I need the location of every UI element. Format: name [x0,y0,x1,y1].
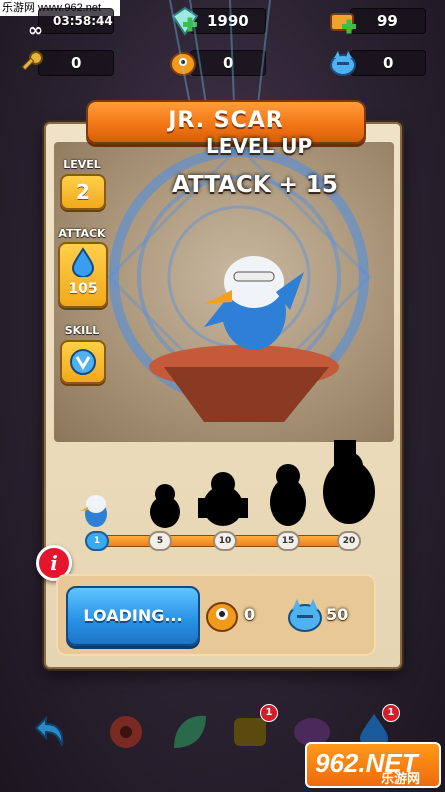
skill-icon [70,349,96,375]
drop-badge: 1 [382,704,400,722]
claw-badge: 1 [260,704,278,722]
stage-5-silhouette [150,484,180,528]
orange-cost: 0 [244,605,256,624]
keys-count: 0 [71,54,82,72]
milestone-5: 5 [148,531,172,551]
stage-15-silhouette [270,464,306,526]
skill-label: SKILL [64,324,100,337]
leaf-icon[interactable] [168,710,212,754]
milestone-20: 20 [337,531,361,551]
attack-label: ATTACK [58,227,106,240]
timer-text: 03:58:44 [53,14,113,28]
stage-20-silhouette [323,440,375,524]
orange-monster-cost-icon [206,602,238,632]
watermark-logo: 962.NET 乐游网 [305,742,441,788]
water-drop-icon [71,247,95,278]
key-icon [21,51,43,71]
attack-value: 105 [68,281,98,297]
stage-10-silhouette [198,472,248,526]
level-value: 2 [76,180,90,204]
level-value-box: 2 [60,174,106,210]
attack-bonus-text: ATTACK + 15 [172,172,338,198]
watermark-logo-small: 乐游网 [381,771,421,786]
blue-monster-panel: 0 [350,50,426,76]
hero-name: JR. SCAR [168,108,284,133]
attack-value-box: 105 [58,242,108,308]
skill-button[interactable] [60,340,106,384]
blue-monster-cost-icon [288,599,322,632]
milestone-10: 10 [213,531,237,551]
stage-1-hero-icon [80,495,107,527]
keys-panel: 0 [38,50,114,76]
level-up-text: LEVEL UP [206,134,313,158]
upgrade-button-label: LOADING... [83,606,183,625]
flower-icon[interactable] [104,710,148,754]
blue-monster-icon [330,51,356,76]
level-label: LEVEL [63,158,101,171]
chests-panel[interactable]: 99 [350,8,426,34]
milestone-15: 15 [276,531,300,551]
back-arrow-icon[interactable] [26,710,70,754]
milestone-1: 1 [85,531,109,551]
infinity-icon: ∞ [28,20,43,41]
chest-plus-icon[interactable] [328,6,358,36]
timer-panel: 03:58:44 [38,8,114,34]
chests-count: 99 [377,12,398,30]
upgrade-button[interactable]: LOADING... [66,586,200,646]
blue-cost: 50 [326,605,349,624]
blue-monster-count: 0 [383,54,394,72]
